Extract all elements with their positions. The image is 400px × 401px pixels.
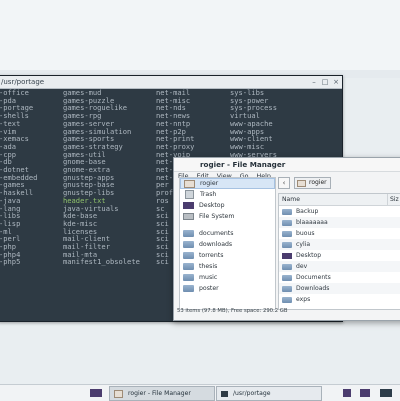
folder-icon bbox=[282, 263, 292, 270]
home-icon bbox=[184, 179, 195, 188]
list-item[interactable]: Desktop bbox=[279, 250, 400, 261]
file-list: Name Siz Backup blaaaaaaa buous cylia De… bbox=[278, 193, 400, 310]
taskbar-item-label: rogier - File Manager bbox=[128, 390, 191, 397]
folder-icon bbox=[183, 274, 194, 281]
desktop-background bbox=[0, 0, 400, 70]
sidebar-item-label: poster bbox=[199, 285, 219, 292]
desktop-icon bbox=[183, 202, 194, 209]
list-item[interactable]: dev bbox=[279, 261, 400, 272]
column-size[interactable]: Siz bbox=[387, 194, 399, 205]
path-bar: ‹ rogier bbox=[278, 177, 331, 189]
file-name: Backup bbox=[296, 208, 319, 215]
sidebar-item-label: downloads bbox=[199, 241, 233, 248]
folder-icon bbox=[282, 219, 292, 226]
sidebar-item-file-system[interactable]: File System bbox=[180, 211, 275, 222]
list-header: Name Siz bbox=[279, 194, 400, 206]
home-icon bbox=[297, 179, 306, 187]
terminal-title: /usr/portage bbox=[1, 78, 45, 86]
sidebar-item-poster[interactable]: poster bbox=[180, 283, 275, 294]
status-bar: 53 items (97.8 MB), Free space: 290.2 GB bbox=[177, 308, 288, 314]
column-name[interactable]: Name bbox=[282, 194, 300, 205]
file-name: cylia bbox=[296, 241, 311, 248]
file-name: dev bbox=[296, 263, 308, 270]
maximize-icon[interactable]: □ bbox=[320, 77, 330, 87]
sidebar-item-downloads[interactable]: downloads bbox=[180, 239, 275, 250]
list-item[interactable]: exps bbox=[279, 294, 400, 305]
path-button[interactable]: rogier bbox=[294, 177, 331, 189]
file-manager-title: rogier - File Manager bbox=[200, 160, 286, 169]
sidebar-item-label: torrents bbox=[199, 252, 224, 259]
taskbar-item-file-manager[interactable]: rogier - File Manager bbox=[109, 386, 215, 401]
file-name: exps bbox=[296, 296, 311, 303]
file-name: Documents bbox=[296, 274, 331, 281]
file-name: Downloads bbox=[296, 285, 330, 292]
folder-icon bbox=[183, 285, 194, 292]
sidebar-item-label: rogier bbox=[200, 180, 219, 187]
folder-icon bbox=[183, 252, 194, 259]
folder-icon bbox=[282, 285, 292, 292]
terminal-icon bbox=[221, 390, 228, 397]
sidebar-item-label: Trash bbox=[200, 191, 217, 198]
taskbar-item-label: /usr/portage bbox=[233, 390, 271, 397]
list-item[interactable]: Backup bbox=[279, 206, 400, 217]
list-item[interactable]: cylia bbox=[279, 239, 400, 250]
taskbar: rogier - File Manager /usr/portage bbox=[0, 384, 400, 401]
sidebar-item-documents[interactable]: documents bbox=[180, 228, 275, 239]
app-menu-icon[interactable] bbox=[90, 389, 102, 397]
sidebar-item-torrents[interactable]: torrents bbox=[180, 250, 275, 261]
file-name: buous bbox=[296, 230, 315, 237]
folder-icon bbox=[183, 263, 194, 270]
folder-icon bbox=[282, 296, 292, 303]
tray-icon[interactable] bbox=[380, 389, 392, 397]
list-item[interactable]: buous bbox=[279, 228, 400, 239]
home-icon bbox=[114, 389, 123, 398]
terminal-titlebar[interactable]: /usr/portage – □ × bbox=[0, 76, 342, 89]
sidebar-item-desktop[interactable]: Desktop bbox=[180, 200, 275, 211]
file-manager-window[interactable]: rogier - File Manager File Edit View Go … bbox=[173, 157, 400, 321]
sidebar-item-trash[interactable]: Trash bbox=[180, 189, 275, 200]
close-icon[interactable]: × bbox=[331, 77, 341, 87]
sidebar-item-label: File System bbox=[199, 213, 235, 220]
sidebar-item-label: thesis bbox=[199, 263, 218, 270]
minimize-icon[interactable]: – bbox=[309, 77, 319, 87]
list-item[interactable]: blaaaaaaa bbox=[279, 217, 400, 228]
chevron-left-icon[interactable]: ‹ bbox=[278, 177, 290, 189]
folder-icon bbox=[183, 230, 194, 237]
taskbar-item-terminal[interactable]: /usr/portage bbox=[216, 386, 322, 401]
sidebar-item-music[interactable]: music bbox=[180, 272, 275, 283]
list-item[interactable]: Documents bbox=[279, 272, 400, 283]
file-name: Desktop bbox=[296, 252, 322, 259]
terminal-entry: -php5 bbox=[0, 257, 21, 267]
folder-icon bbox=[282, 274, 292, 281]
sidebar-item-label: Desktop bbox=[199, 202, 225, 209]
trash-icon bbox=[185, 190, 194, 199]
list-item[interactable]: Downloads bbox=[279, 283, 400, 294]
drive-icon bbox=[183, 213, 194, 220]
file-name: blaaaaaaa bbox=[296, 219, 328, 226]
terminal-entry: manifest1_obsolete bbox=[63, 257, 140, 267]
sidebar-item-label: music bbox=[199, 274, 218, 281]
sidebar-item-thesis[interactable]: thesis bbox=[180, 261, 275, 272]
file-manager-titlebar[interactable]: rogier - File Manager bbox=[174, 158, 400, 172]
sidebar-item-rogier[interactable]: rogier bbox=[180, 178, 275, 189]
sidebar: rogier Trash Desktop File System documen… bbox=[179, 177, 276, 310]
folder-icon bbox=[282, 241, 292, 248]
tray-icon[interactable] bbox=[343, 389, 351, 397]
folder-icon bbox=[282, 208, 292, 215]
path-button-label: rogier bbox=[309, 179, 327, 186]
folder-icon bbox=[183, 241, 194, 248]
folder-icon bbox=[282, 230, 292, 237]
desktop-icon bbox=[282, 252, 292, 259]
tray-icon[interactable] bbox=[360, 389, 370, 397]
sidebar-item-label: documents bbox=[199, 230, 234, 237]
